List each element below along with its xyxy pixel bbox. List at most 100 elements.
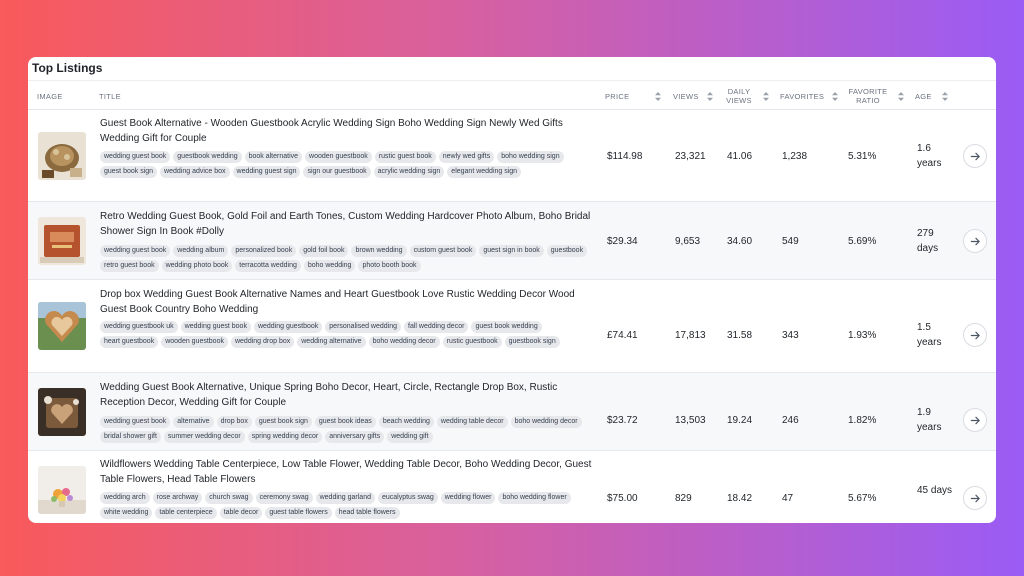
tag: boho wedding xyxy=(303,260,356,272)
tag: guest table flowers xyxy=(265,507,332,519)
listing-favorite-ratio: 1.93% xyxy=(848,330,877,341)
tag: sign our guestbook xyxy=(303,166,371,178)
tag: eucalyptus swag xyxy=(377,492,438,504)
sort-icon[interactable] xyxy=(763,91,769,101)
col-label-age: AGE xyxy=(915,91,932,101)
tag: white wedding xyxy=(100,507,153,519)
open-listing-button[interactable] xyxy=(963,323,987,347)
tag: table decor xyxy=(219,507,263,519)
tag: wedding flower xyxy=(440,492,496,504)
listing-tags: wedding arch rose archway church swag ce… xyxy=(100,492,600,519)
listing-tags: wedding guest book guestbook wedding boo… xyxy=(100,151,600,178)
tag: wedding guest book xyxy=(100,245,171,257)
tag: wedding alternative xyxy=(297,336,366,348)
tag: beach wedding xyxy=(378,416,434,428)
listing-title[interactable]: Guest Book Alternative - Wooden Guestboo… xyxy=(100,116,600,146)
listing-favorite-ratio: 1.82% xyxy=(848,415,877,426)
listing-favorite-ratio: 5.67% xyxy=(848,493,877,504)
listing-title[interactable]: Drop box Wedding Guest Book Alternative … xyxy=(100,287,600,317)
tag: wooden guestbook xyxy=(305,151,372,163)
open-listing-button[interactable] xyxy=(963,229,987,253)
tag: guestbook wedding xyxy=(173,151,242,163)
listing-thumbnail[interactable] xyxy=(38,217,86,265)
tag: gold foil book xyxy=(299,245,349,257)
listing-daily-views: 34.60 xyxy=(727,236,753,247)
tag: wedding guestbook xyxy=(253,321,323,333)
listing-price: $29.34 xyxy=(607,236,638,247)
listing-favorites: 549 xyxy=(782,236,799,247)
tag: summer wedding decor xyxy=(163,431,245,443)
sort-icon[interactable] xyxy=(706,91,713,101)
tag: photo booth book xyxy=(358,260,421,272)
listing-price: £74.41 xyxy=(607,330,638,341)
listing-thumbnail[interactable] xyxy=(38,302,86,350)
open-listing-button[interactable] xyxy=(963,144,987,168)
arrow-right-icon xyxy=(970,331,980,339)
listing-price: $114.98 xyxy=(607,151,643,162)
listing-favorites: 343 xyxy=(782,330,799,341)
listing-price: $75.00 xyxy=(607,493,638,504)
arrow-right-icon xyxy=(970,237,980,245)
table-header: IMAGE TITLE PRICE VIEWS DAILY VIEWS FAVO… xyxy=(28,80,996,110)
tag: guestbook xyxy=(546,245,588,257)
col-header-favorite-ratio[interactable]: FAVORITE RATIO xyxy=(846,81,904,111)
listing-title[interactable]: Wildflowers Wedding Table Centerpiece, L… xyxy=(100,457,600,487)
tag: wedding advice box xyxy=(160,166,230,178)
sort-icon[interactable] xyxy=(898,91,904,101)
listing-thumbnail[interactable] xyxy=(38,132,86,180)
tag: custom guest book xyxy=(409,245,477,257)
listing-age: 45 days xyxy=(917,485,953,496)
listing-price: $23.72 xyxy=(607,415,638,426)
tag: newly wed gifts xyxy=(438,151,495,163)
table-row: Retro Wedding Guest Book, Gold Foil and … xyxy=(28,202,996,280)
col-header-age[interactable]: AGE xyxy=(915,81,948,111)
tag: rose archway xyxy=(152,492,203,504)
tag: wedding table decor xyxy=(436,416,508,428)
card-title: Top Listings xyxy=(32,61,103,75)
tag: rustic guest book xyxy=(374,151,436,163)
tag: wedding guestbook uk xyxy=(100,321,178,333)
listing-daily-views: 41.06 xyxy=(727,151,753,162)
open-listing-button[interactable] xyxy=(963,486,987,510)
listing-tags: wedding guest book alternative drop box … xyxy=(100,416,600,443)
listing-title[interactable]: Retro Wedding Guest Book, Gold Foil and … xyxy=(100,209,600,239)
table-row: Wedding Guest Book Alternative, Unique S… xyxy=(28,373,996,451)
tag: wedding guest sign xyxy=(232,166,301,178)
tag: boho wedding decor xyxy=(510,416,582,428)
listing-favorites: 47 xyxy=(782,493,794,504)
tag: wedding guest book xyxy=(100,151,171,163)
sort-icon[interactable] xyxy=(941,91,948,101)
tag: guest book ideas xyxy=(314,416,376,428)
tag: guest sign in book xyxy=(479,245,544,257)
col-header-title: TITLE xyxy=(99,81,121,111)
sort-icon[interactable] xyxy=(655,91,662,101)
tag: wedding garland xyxy=(315,492,375,504)
tag: wedding album xyxy=(173,245,229,257)
col-header-daily-views[interactable]: DAILY VIEWS xyxy=(725,81,769,111)
col-header-views[interactable]: VIEWS xyxy=(673,81,713,111)
tag: bridal shower gift xyxy=(100,431,161,443)
listing-title[interactable]: Wedding Guest Book Alternative, Unique S… xyxy=(100,380,600,410)
col-label-price: PRICE xyxy=(605,91,630,101)
col-header-favorites[interactable]: FAVORITES xyxy=(780,81,839,111)
listing-daily-views: 19.24 xyxy=(727,415,753,426)
sort-icon[interactable] xyxy=(832,91,839,101)
tag: church swag xyxy=(205,492,253,504)
table-row: Wildflowers Wedding Table Centerpiece, L… xyxy=(28,451,996,523)
listing-views: 9,653 xyxy=(675,236,701,247)
arrow-right-icon xyxy=(970,494,980,502)
open-listing-button[interactable] xyxy=(963,408,987,432)
listing-favorite-ratio: 5.31% xyxy=(848,151,877,162)
tag: guestbook sign xyxy=(504,336,560,348)
tag: ceremony swag xyxy=(255,492,313,504)
listing-thumbnail[interactable] xyxy=(38,466,86,514)
listing-favorite-ratio: 5.69% xyxy=(848,236,877,247)
tag: retro guest book xyxy=(100,260,159,272)
tag: rustic guestbook xyxy=(442,336,502,348)
listing-thumbnail[interactable] xyxy=(38,388,86,436)
table-row: Drop box Wedding Guest Book Alternative … xyxy=(28,280,996,373)
tag: head table flowers xyxy=(334,507,400,519)
col-header-price[interactable]: PRICE xyxy=(605,81,662,111)
arrow-right-icon xyxy=(970,152,980,160)
listing-favorites: 246 xyxy=(782,415,799,426)
